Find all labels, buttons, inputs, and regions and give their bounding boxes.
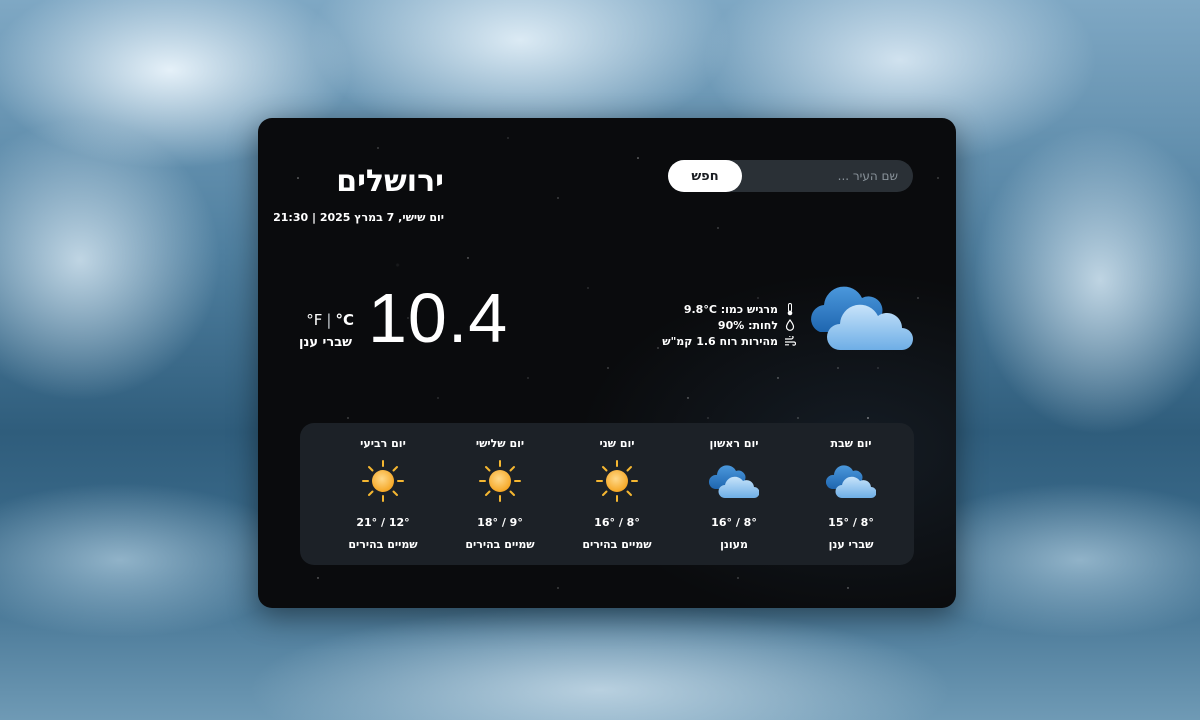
forecast-day-temps: 12° / 21° xyxy=(356,516,410,529)
forecast-day-temps: 8° / 15° xyxy=(828,516,874,529)
current-temperature: 10.4 xyxy=(368,279,509,357)
cloud-icon xyxy=(825,459,877,505)
forecast-day-name: יום ראשון xyxy=(709,437,759,450)
forecast-day-name: יום שבת xyxy=(830,437,872,450)
forecast-day-condition: שמיים בהירים xyxy=(465,538,535,551)
forecast-day: יום ראשון 8° / 16° מעונן xyxy=(679,423,789,565)
forecast-day-condition: שברי ענן xyxy=(828,538,874,551)
droplet-icon xyxy=(784,319,796,331)
current-condition: שברי ענן xyxy=(299,335,352,350)
forecast-day: יום רביעי 12° / 21° שמיים בהירים xyxy=(328,423,438,565)
forecast-day-condition: שמיים בהירים xyxy=(348,538,418,551)
forecast-day-temps: 8° / 16° xyxy=(594,516,640,529)
forecast-day: יום שלישי 9° / 18° שמיים בהירים xyxy=(445,423,555,565)
cloud-icon xyxy=(708,459,760,505)
cloud-icon xyxy=(811,286,913,350)
city-name: ירושלים xyxy=(336,164,444,199)
search-bar: חפש xyxy=(668,160,913,192)
city-search-input[interactable] xyxy=(748,160,906,192)
humidity-text: לחות: 90% xyxy=(717,318,778,332)
wind-row: מהירות רוח 1.6 קמ"ש xyxy=(662,333,796,349)
wind-icon xyxy=(784,335,796,347)
unit-toggle: °F | °C xyxy=(300,311,354,329)
sun-icon xyxy=(358,459,408,505)
search-button[interactable]: חפש xyxy=(668,160,742,192)
feels-like-text: מרגיש כמו: 9.8°C xyxy=(683,302,778,316)
forecast-day-temps: 8° / 16° xyxy=(711,516,757,529)
forecast-day: יום שבת 8° / 15° שברי ענן xyxy=(796,423,906,565)
humidity-row: לחות: 90% xyxy=(662,317,796,333)
forecast-panel: יום שבת 8° / 15° שברי ענן יום ראשון 8° / 16°… xyxy=(300,423,914,565)
feels-like-row: מרגיש כמו: 9.8°C xyxy=(662,301,796,317)
sun-icon xyxy=(475,459,525,505)
forecast-day-name: יום שלישי xyxy=(475,437,525,450)
weather-details: מרגיש כמו: 9.8°C לחות: 90% מהירות רוח 1.… xyxy=(662,301,796,349)
forecast-day-condition: מעונן xyxy=(720,538,748,551)
sun-icon xyxy=(592,459,642,505)
thermometer-icon xyxy=(784,302,796,315)
fahrenheit-toggle[interactable]: °F xyxy=(306,311,322,329)
unit-separator: | xyxy=(326,311,332,329)
wind-text: מהירות רוח 1.6 קמ"ש xyxy=(662,334,778,348)
forecast-day-temps: 9° / 18° xyxy=(477,516,523,529)
forecast-day-name: יום שני xyxy=(599,437,635,450)
date-time: יום שישי, 7 במרץ 2025 | 21:30 xyxy=(273,211,444,224)
forecast-day: יום שני 8° / 16° שמיים בהירים xyxy=(562,423,672,565)
weather-card: חפש ירושלים יום שישי, 7 במרץ 2025 | 21:3… xyxy=(258,118,956,608)
forecast-day-condition: שמיים בהירים xyxy=(582,538,652,551)
celsius-toggle[interactable]: °C xyxy=(335,311,354,329)
forecast-day-name: יום רביעי xyxy=(360,437,406,450)
